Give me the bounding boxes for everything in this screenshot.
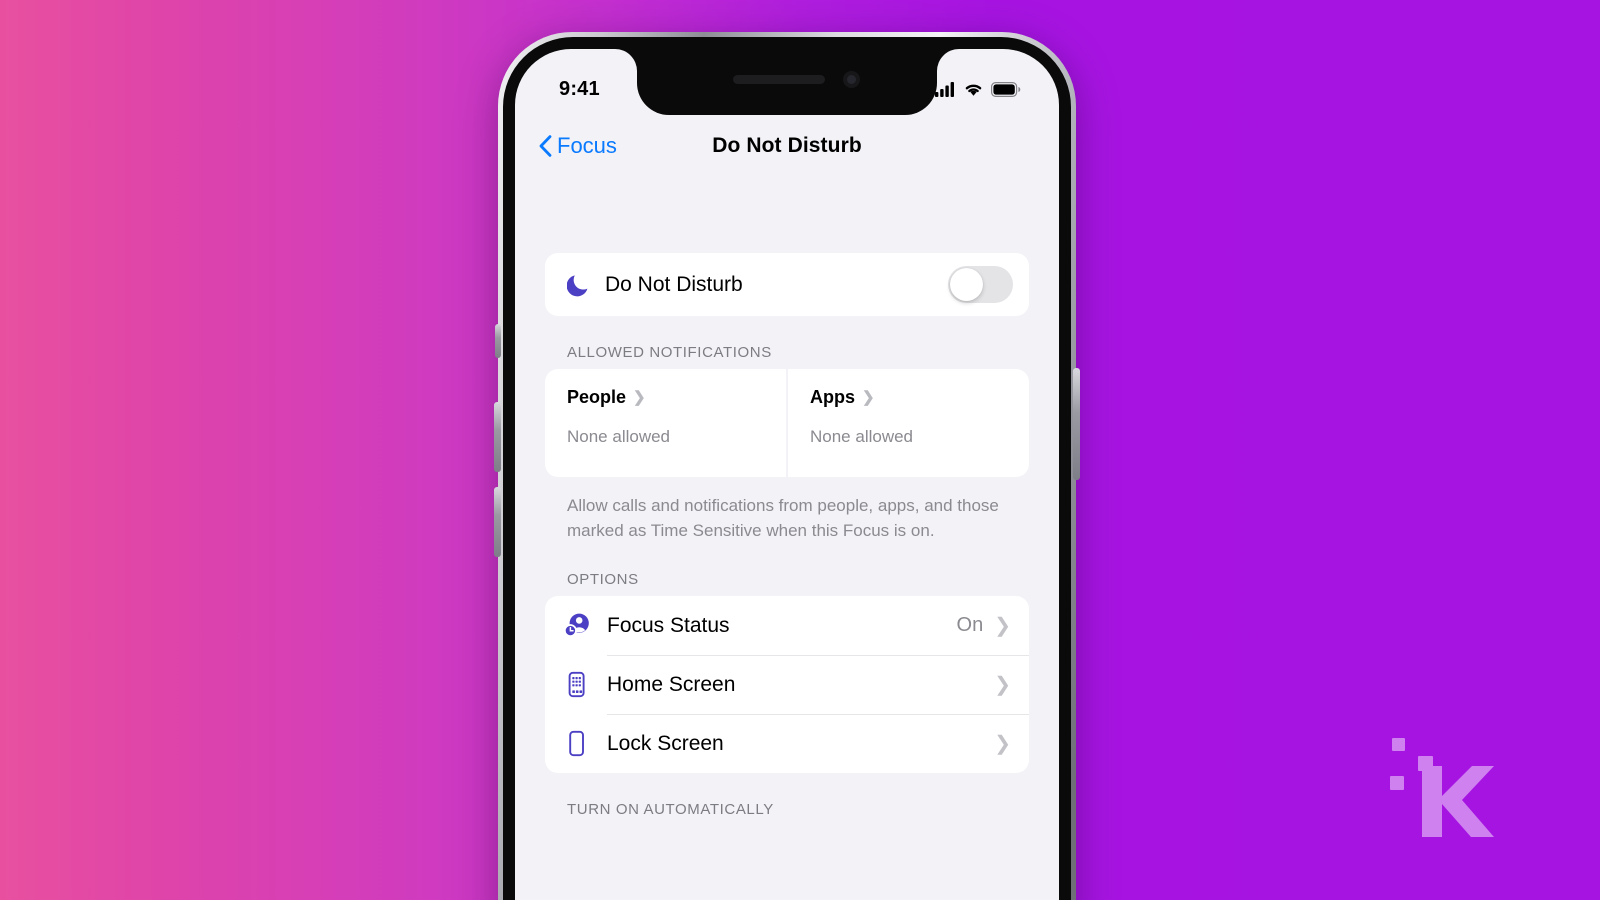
focus-status-icon-wrap [561, 612, 591, 639]
chevron-right-icon: ❯ [994, 614, 1011, 637]
wifi-icon [965, 84, 982, 96]
back-button-label: Focus [557, 133, 617, 158]
battery-icon [991, 81, 1021, 97]
people-card-subtitle: None allowed [567, 427, 671, 446]
iphone-device: 9:41 Focus Do Not Disturb Do Not Disturb… [494, 32, 1080, 900]
lock-screen-icon [568, 731, 584, 757]
volume-down-button[interactable] [494, 487, 501, 557]
chevron-left-icon [539, 135, 552, 157]
focus-status-icon [563, 613, 589, 638]
apps-card-title-row: Apps ❯ [810, 387, 1011, 408]
power-button[interactable] [1073, 368, 1080, 480]
crescent-moon-icon [567, 275, 588, 297]
people-card-title-row: People ❯ [567, 387, 768, 408]
status-bar: 9:41 [515, 49, 1059, 115]
option-label-focus-status: Focus Status [607, 613, 730, 637]
chevron-right-icon: ❯ [862, 389, 875, 406]
people-card[interactable]: People ❯ None allowed [545, 369, 786, 477]
cellular-signal-icon [935, 81, 954, 97]
back-button[interactable]: Focus [539, 133, 617, 159]
phone-screen: 9:41 Focus Do Not Disturb Do Not Disturb… [515, 49, 1059, 900]
chevron-right-icon: ❯ [994, 673, 1011, 696]
option-label-home-screen: Home Screen [607, 672, 736, 696]
chevron-right-icon: ❯ [633, 389, 646, 406]
option-row-lock-screen[interactable]: Lock Screen ❯ [545, 714, 1029, 773]
knowtechie-logo [1390, 738, 1494, 837]
options-list: Focus Status On ❯ Home Screen ❯ Lock Scr… [545, 596, 1029, 774]
options-header: OPTIONS [567, 571, 639, 589]
status-bar-indicators [935, 81, 1021, 97]
home-screen-icon-wrap [561, 671, 591, 698]
chevron-right-icon: ❯ [994, 732, 1011, 755]
do-not-disturb-row[interactable]: Do Not Disturb [545, 253, 1029, 316]
option-value-focus-status: On [956, 614, 984, 637]
silent-switch-button[interactable] [495, 324, 501, 358]
option-row-focus-status[interactable]: Focus Status On ❯ [545, 596, 1029, 655]
people-card-label: People [567, 387, 627, 407]
apps-card[interactable]: Apps ❯ None allowed [788, 369, 1029, 477]
allowed-notifications-footnote: Allow calls and notifications from peopl… [567, 496, 999, 541]
do-not-disturb-toggle[interactable] [948, 266, 1013, 303]
apps-card-label: Apps [810, 387, 855, 407]
home-screen-icon [568, 672, 585, 698]
lock-screen-icon-wrap [561, 730, 591, 757]
do-not-disturb-label: Do Not Disturb [605, 272, 743, 296]
screenshot-stage: 9:41 Focus Do Not Disturb Do Not Disturb… [0, 0, 1600, 900]
allowed-notifications-header: ALLOWED NOTIFICATIONS [567, 344, 772, 361]
turn-on-automatically-header: TURN ON AUTOMATICALLY [567, 801, 774, 819]
toggle-knob [950, 268, 983, 301]
volume-up-button[interactable] [494, 402, 501, 472]
allowed-notifications-cards: People ❯ None allowed Apps ❯ None allowe… [545, 369, 1029, 477]
settings-content: Do Not Disturb ALLOWED NOTIFICATIONS Peo… [515, 177, 1059, 900]
status-bar-time: 9:41 [559, 77, 600, 100]
apps-card-subtitle: None allowed [810, 427, 914, 446]
navigation-bar: Focus Do Not Disturb [515, 115, 1059, 177]
option-label-lock-screen: Lock Screen [607, 731, 724, 755]
option-row-home-screen[interactable]: Home Screen ❯ [545, 655, 1029, 714]
